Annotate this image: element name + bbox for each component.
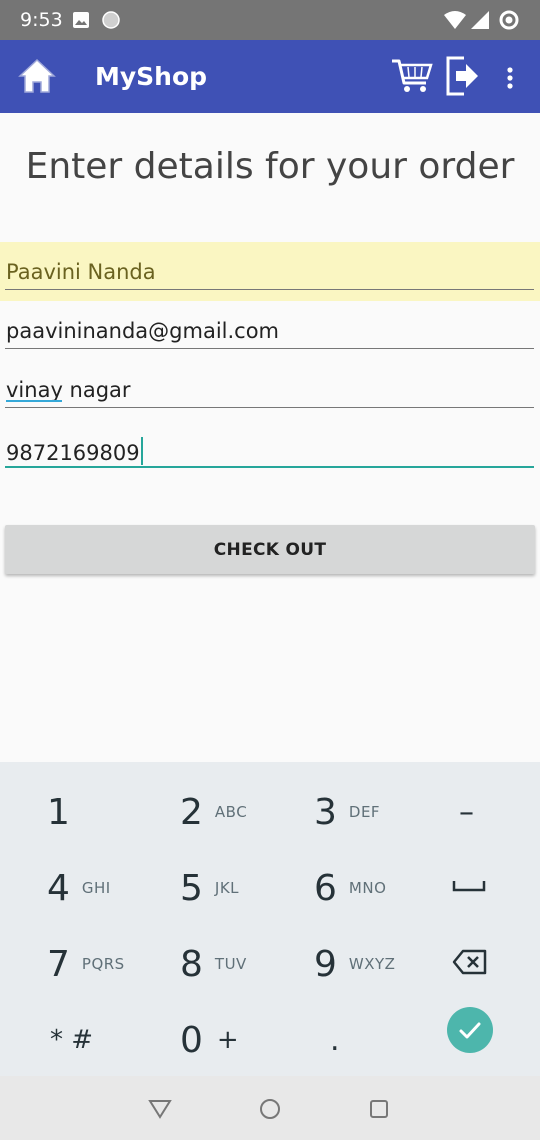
home-icon[interactable] [16,56,58,96]
nav-home-icon[interactable] [257,1096,283,1122]
status-time: 9:53 [20,9,63,31]
checkout-button[interactable]: CHECK OUT [5,525,535,574]
circle-icon [100,0,122,40]
address-value: vinay nagar [6,378,131,402]
system-nav-bar [0,1076,540,1140]
overflow-menu-icon[interactable] [500,64,520,92]
signal-icon [469,0,491,40]
done-button[interactable] [446,1006,494,1059]
data-saver-icon [497,0,521,40]
key-9[interactable]: 9 WXYZ [314,926,395,1002]
key-star-hash[interactable]: * # [50,1002,93,1078]
app-title: MyShop [95,62,208,91]
cart-icon[interactable] [390,54,434,96]
key-8[interactable]: 8 TUV [180,926,247,1002]
wifi-icon [443,0,467,40]
key-5[interactable]: 5 JKL [180,850,239,926]
spellcheck-underline [6,400,62,402]
backspace-icon [452,948,488,981]
nav-recents-icon[interactable] [366,1096,392,1122]
address-field[interactable]: vinay nagar [0,360,540,419]
status-bar: 9:53 [0,0,540,40]
name-field[interactable]: Paavini Nanda [0,242,540,301]
key-2[interactable]: 2 ABC [180,774,247,850]
app-bar: MyShop [0,40,540,113]
nav-back-icon[interactable] [147,1096,173,1122]
key-0[interactable]: 0 + [180,1002,239,1078]
page-title: Enter details for your order [25,146,515,187]
key-7[interactable]: 7 PQRS [47,926,125,1002]
done-check-icon [446,1006,494,1059]
key-6[interactable]: 6 MNO [314,850,386,926]
key-dot[interactable]: . [330,1002,340,1078]
key-dash[interactable]: – [459,774,474,850]
email-value: paavininanda@gmail.com [6,319,280,343]
logout-icon[interactable] [443,54,483,98]
image-icon [71,0,91,40]
key-4[interactable]: 4 GHI [47,850,111,926]
email-field[interactable]: paavininanda@gmail.com [0,301,540,360]
phone-field[interactable]: 9872169809 [0,419,540,478]
space-icon [452,879,486,898]
numeric-keypad: 1 2 ABC 3 DEF – 4 GHI 5 JKL 6 MNO 7 PQRS 8 TUV … [0,762,540,1076]
key-backspace[interactable] [452,926,488,1002]
key-space[interactable] [452,850,486,926]
text-cursor [140,437,143,465]
phone-value: 9872169809 [6,441,140,465]
key-1[interactable]: 1 [47,774,70,850]
name-value: Paavini Nanda [6,260,156,284]
key-3[interactable]: 3 DEF [314,774,380,850]
